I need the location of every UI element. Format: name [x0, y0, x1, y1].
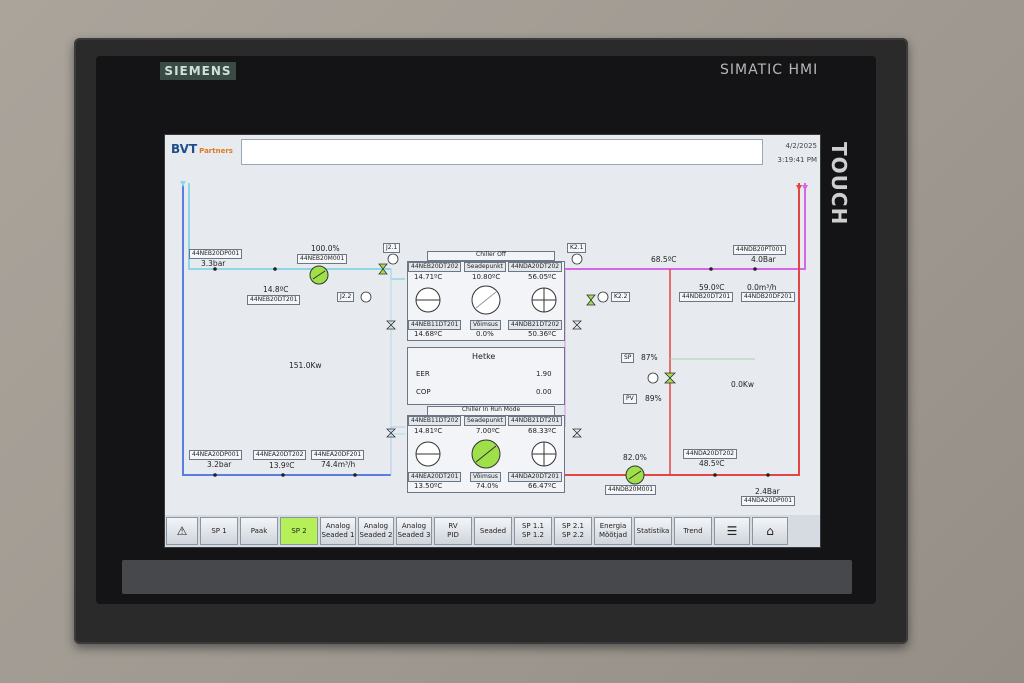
- chiller-bottom-panel[interactable]: 44NEB11DT202 Seadepunkt 44NDB21DT201 14.…: [407, 415, 565, 493]
- chiller-top-panel[interactable]: 44NEB20DT202 Seadepunkt 44NDA20DT202 14.…: [407, 261, 565, 341]
- pump-tag[interactable]: 44NEB20M001: [297, 254, 348, 264]
- sensor-value: 3.2bar: [207, 460, 232, 469]
- power-value: 151.0Kw: [289, 361, 322, 370]
- valve-tag[interactable]: J2.1: [383, 243, 401, 253]
- sensor-value: 68.5ºC: [651, 255, 677, 264]
- sensor-value: 48.5ºC: [699, 459, 725, 468]
- nav-bar: ⚠ SP 1 Paak SP 2 Analog Seaded 1 Analog Se…: [165, 515, 820, 547]
- time-display: 3:19:41 PM: [777, 156, 817, 164]
- alarm-message-bar[interactable]: [241, 139, 763, 165]
- date-display: 4/2/2025: [785, 142, 817, 150]
- alarm-icon[interactable]: ⚠: [166, 517, 198, 545]
- nav-analog-seaded-2[interactable]: Analog Seaded 2: [358, 517, 394, 545]
- valve-tag[interactable]: J2.2: [337, 292, 355, 302]
- sensor-tag[interactable]: 44NEA20DT202: [253, 450, 307, 460]
- sensor-tag[interactable]: 44NEA20DP001: [189, 450, 243, 460]
- touch-label: TOUCH: [827, 142, 851, 226]
- sensor-tag[interactable]: 44NDA20DP001: [741, 496, 796, 506]
- power-value: 0.0Kw: [731, 380, 754, 389]
- nav-seaded[interactable]: Seaded: [474, 517, 512, 545]
- screen-header: BVT Partners 4/2/2025 3:19:41 PM: [165, 135, 820, 169]
- nav-trend[interactable]: Trend: [674, 517, 712, 545]
- sensor-tag[interactable]: 44NDA20DT202: [683, 449, 738, 459]
- model-label: SIMATIC HMI: [720, 62, 819, 78]
- nav-sp-2[interactable]: SP 2: [280, 517, 318, 545]
- sensor-value: 59.0ºC: [699, 283, 725, 292]
- sensor-tag[interactable]: 44NEA20DF201: [311, 450, 365, 460]
- nav-analog-seaded-3[interactable]: Analog Seaded 3: [396, 517, 432, 545]
- left-return-pipe: [182, 183, 391, 476]
- setpoint-value[interactable]: 87%: [641, 353, 658, 362]
- sensor-tag[interactable]: 44NDB20DT201: [679, 292, 734, 302]
- right-return-pipe: [565, 183, 800, 476]
- nav-analog-seaded-1[interactable]: Analog Seaded 1: [320, 517, 356, 545]
- pv-value: 89%: [645, 394, 662, 403]
- sensor-tag[interactable]: 44NDB20PT001: [733, 245, 787, 255]
- sensor-tag[interactable]: 44NDB20DF201: [741, 292, 796, 302]
- arrow-down-icon: [796, 185, 802, 191]
- nav-sp-1[interactable]: SP 1: [200, 517, 238, 545]
- hmi-bottom-frame: [122, 560, 852, 594]
- sensor-value: 0.0m³/h: [747, 283, 777, 292]
- pump-speed: 82.0%: [623, 453, 647, 462]
- sensor-value: 74.4m³/h: [321, 460, 356, 469]
- sensor-tag[interactable]: 44NEB20DP001: [189, 249, 243, 259]
- sensor-tag[interactable]: 44NEB20DT201: [247, 295, 301, 305]
- hmi-screen: BVT Partners 4/2/2025 3:19:41 PM 44NEB20…: [164, 134, 821, 548]
- pump-speed: 100.0%: [311, 244, 340, 253]
- nav-sp-1-1[interactable]: SP 1.1 SP 1.2: [514, 517, 552, 545]
- report-icon[interactable]: ☰: [714, 517, 750, 545]
- sensor-value: 4.0Bar: [751, 255, 776, 264]
- hetke-panel: Hetke EER 1.90 COP 0.00: [407, 347, 565, 405]
- nav-paak[interactable]: Paak: [240, 517, 278, 545]
- home-icon[interactable]: ⌂: [752, 517, 788, 545]
- sensor-value: 2.4Bar: [755, 487, 780, 496]
- setpoint-label: SP: [621, 353, 635, 363]
- siemens-logo: SIEMENS: [160, 62, 236, 80]
- sensor-value: 3.3bar: [201, 259, 226, 268]
- valve-icon: [586, 294, 596, 306]
- pv-label: PV: [623, 394, 637, 404]
- valve-tag[interactable]: K2.2: [611, 292, 631, 302]
- pump-tag[interactable]: 44NDB20M001: [605, 485, 657, 495]
- bvt-logo: BVT Partners: [171, 142, 233, 156]
- nav-rv-pid[interactable]: RV PID: [434, 517, 472, 545]
- nav-sp-2-1[interactable]: SP 2.1 SP 2.2: [554, 517, 592, 545]
- nav-energia[interactable]: Energia Mõõtjad: [594, 517, 632, 545]
- valve-icon: [664, 372, 676, 384]
- sensor-value: 14.8ºC: [263, 285, 289, 294]
- chiller-top-status: Chiller Off: [427, 251, 555, 261]
- sensor-value: 13.9ºC: [269, 461, 295, 470]
- nav-statistika[interactable]: Statistika: [634, 517, 672, 545]
- valve-tag[interactable]: K2.1: [567, 243, 587, 253]
- arrow-up-icon: [180, 181, 186, 187]
